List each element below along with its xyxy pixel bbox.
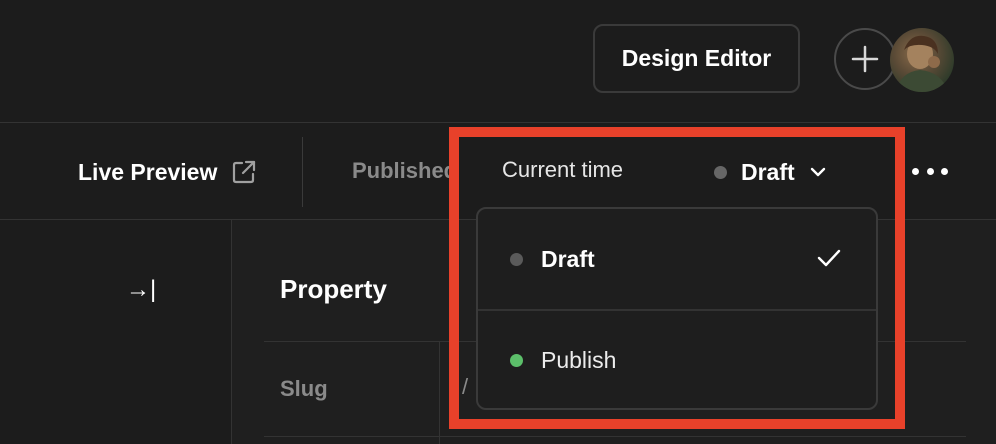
live-preview-label: Live Preview	[78, 158, 218, 185]
table-column-divider	[439, 341, 440, 444]
table-divider	[264, 436, 966, 437]
avatar-image	[896, 35, 948, 92]
slug-label: Slug	[280, 376, 328, 401]
dropdown-option-publish[interactable]: Publish	[478, 309, 876, 408]
version-dropdown-menu: Draft Publish	[476, 207, 878, 410]
plus-icon	[851, 45, 879, 73]
external-link-icon	[233, 160, 256, 184]
more-dot	[941, 167, 948, 175]
option-label: Publish	[541, 346, 617, 373]
live-preview-link[interactable]: Live Preview	[78, 157, 257, 187]
more-options-button[interactable]	[912, 161, 948, 181]
published-tab[interactable]: Published	[352, 158, 457, 184]
section-title: Property	[280, 274, 387, 304]
add-button[interactable]	[834, 28, 896, 90]
version-select[interactable]: Draft	[714, 157, 827, 187]
dropdown-option-draft[interactable]: Draft	[478, 209, 876, 309]
app-window: Design Editor Live Preview Published →| …	[0, 0, 996, 444]
left-sidebar: →|	[0, 220, 232, 444]
current-time-label: Current time	[502, 157, 624, 182]
checkmark-icon	[817, 249, 841, 267]
version-selected-label: Draft	[741, 158, 795, 185]
option-label: Draft	[541, 245, 595, 272]
slug-value[interactable]: /	[462, 374, 468, 400]
user-avatar[interactable]	[890, 28, 954, 92]
more-dot	[926, 167, 934, 175]
draft-status-dot	[714, 165, 727, 179]
toolbar-divider	[302, 137, 303, 207]
draft-status-dot	[510, 252, 523, 266]
top-header: Design Editor	[0, 0, 996, 123]
more-horizontal-icon	[912, 167, 919, 175]
collapse-right-icon[interactable]: →|	[126, 276, 156, 304]
chevron-down-icon	[810, 167, 825, 177]
design-editor-button[interactable]: Design Editor	[593, 24, 800, 93]
publish-status-dot	[510, 353, 523, 367]
